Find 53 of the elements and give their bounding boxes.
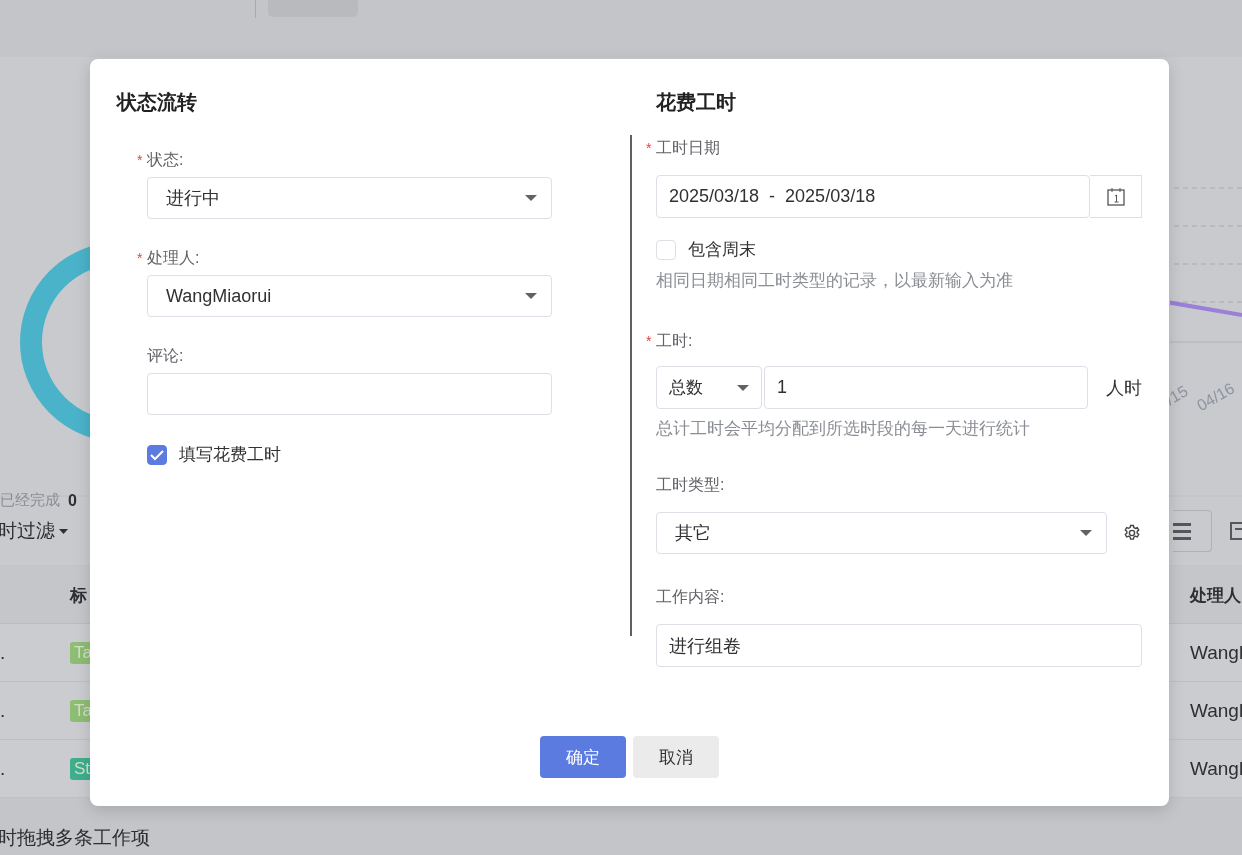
cancel-button[interactable]: 取消 bbox=[633, 736, 719, 778]
calendar-button[interactable] bbox=[1090, 175, 1142, 218]
settings-icon bbox=[1123, 524, 1141, 542]
field-label: 评论: bbox=[147, 345, 184, 366]
checkbox-label: 填写花费工时 bbox=[179, 444, 281, 466]
input-field[interactable]: 进行组卷 bbox=[656, 624, 1142, 667]
caret-icon bbox=[59, 528, 68, 534]
table-cell: . bbox=[0, 757, 6, 779]
calendar-icon bbox=[1106, 187, 1125, 206]
axis-label: 04/16 bbox=[1194, 379, 1238, 415]
caret-icon bbox=[1080, 530, 1092, 536]
table-cell: . bbox=[0, 699, 6, 721]
hint-text: 时拖拽多条工作项 bbox=[0, 826, 151, 850]
input-field[interactable] bbox=[147, 373, 552, 415]
column-header: 标 bbox=[70, 585, 87, 605]
required-mark: * bbox=[646, 333, 653, 349]
hours-input[interactable]: 1 bbox=[764, 366, 1088, 409]
select-field[interactable]: 进行中 bbox=[147, 177, 552, 219]
caret-icon bbox=[737, 384, 749, 391]
field-label: 工时: bbox=[656, 330, 693, 351]
list-icon bbox=[1173, 522, 1191, 540]
unit-label: 人时 bbox=[1106, 376, 1142, 400]
select-field[interactable]: WangMiaorui bbox=[147, 275, 552, 317]
field-label: 状态: bbox=[147, 149, 184, 170]
caret-icon bbox=[525, 195, 537, 201]
table-cell: Wangl bbox=[1190, 699, 1242, 722]
hint-text: 相同日期相同工时类型的记录，以最新输入为准 bbox=[656, 270, 1014, 292]
required-mark: * bbox=[137, 250, 144, 266]
field-label: 工作内容: bbox=[656, 586, 725, 607]
section-title: 花费工时 bbox=[656, 90, 737, 115]
filter-label[interactable]: 时过滤 bbox=[0, 518, 55, 544]
list-view-button[interactable] bbox=[1173, 510, 1212, 552]
table-cell: Wangl bbox=[1190, 757, 1242, 780]
section-title: 状态流转 bbox=[117, 90, 198, 115]
field-label: 工时日期 bbox=[656, 137, 720, 158]
required-mark: * bbox=[646, 140, 653, 156]
summary-label: 已经完成 bbox=[0, 491, 60, 510]
check-icon bbox=[150, 448, 164, 461]
unit-select[interactable]: 总数 bbox=[656, 366, 762, 409]
date-range-field[interactable]: 2025/03/18 - 2025/03/18 bbox=[656, 175, 1090, 218]
field-label: 处理人: bbox=[147, 247, 200, 268]
confirm-button[interactable]: 确定 bbox=[540, 736, 626, 778]
field-label: 工时类型: bbox=[656, 474, 725, 495]
select-field[interactable]: 其它 bbox=[656, 512, 1107, 554]
caret-icon bbox=[525, 293, 537, 299]
checkbox-label: 包含周末 bbox=[688, 239, 756, 261]
hint-text: 总计工时会平均分配到所选时段的每一天进行统计 bbox=[656, 418, 1031, 440]
table-cell: . bbox=[0, 641, 6, 663]
summary-count: 0 bbox=[68, 491, 77, 510]
column-header: 处理人 bbox=[1190, 584, 1241, 607]
checkbox[interactable] bbox=[147, 444, 167, 465]
required-mark: * bbox=[137, 152, 144, 168]
table-cell: Wangl bbox=[1190, 641, 1242, 664]
